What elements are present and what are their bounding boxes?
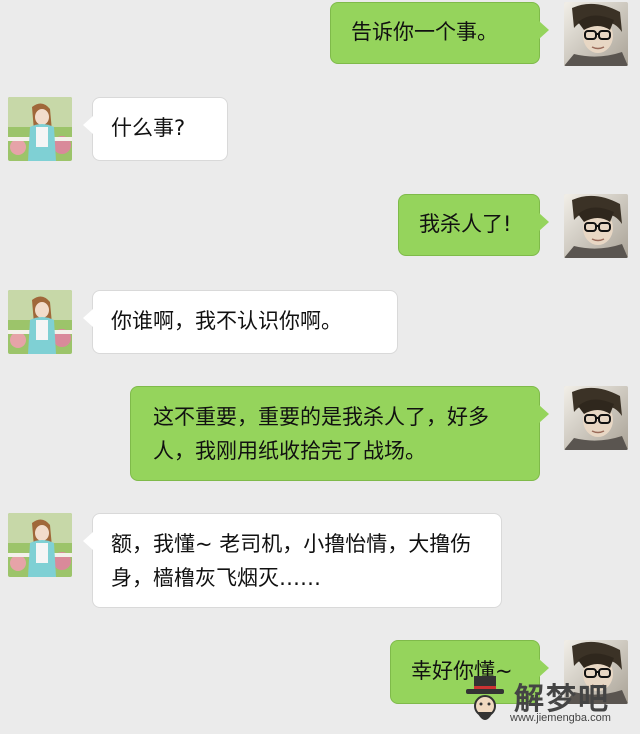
avatar-photo-icon [8, 513, 72, 577]
message-bubble-outgoing[interactable]: 告诉你一个事。 [330, 2, 549, 64]
chat-conversation: 告诉你一个事。 什么事? 我杀人了! 你谁啊，我不认识你啊。 这不重要，重要的是… [0, 0, 640, 734]
avatar-sender[interactable] [564, 2, 628, 66]
message-bubble-incoming[interactable]: 什么事? [83, 97, 228, 161]
avatar-photo-icon [564, 386, 628, 450]
message-bubble-outgoing[interactable]: 我杀人了! [398, 194, 549, 256]
message-bubble-outgoing[interactable]: 这不重要，重要的是我杀人了，好多人，我刚用纸收拾完了战场。 [130, 386, 549, 481]
avatar-contact[interactable] [8, 513, 72, 577]
magician-logo-icon [466, 676, 504, 720]
message-bubble-incoming[interactable]: 你谁啊，我不认识你啊。 [83, 290, 398, 354]
avatar-contact[interactable] [8, 290, 72, 354]
message-bubble-incoming[interactable]: 额，我懂~ 老司机，小撸怡情，大撸伤身，樯橹灰飞烟灭…… [83, 513, 502, 608]
site-watermark: 解梦吧 www.jiemengba.com [462, 674, 632, 730]
avatar-photo-icon [564, 2, 628, 66]
avatar-photo-icon [564, 194, 628, 258]
avatar-sender[interactable] [564, 194, 628, 258]
avatar-contact[interactable] [8, 97, 72, 161]
avatar-sender[interactable] [564, 386, 628, 450]
avatar-photo-icon [8, 97, 72, 161]
watermark-url: www.jiemengba.com [510, 712, 611, 724]
avatar-photo-icon [8, 290, 72, 354]
